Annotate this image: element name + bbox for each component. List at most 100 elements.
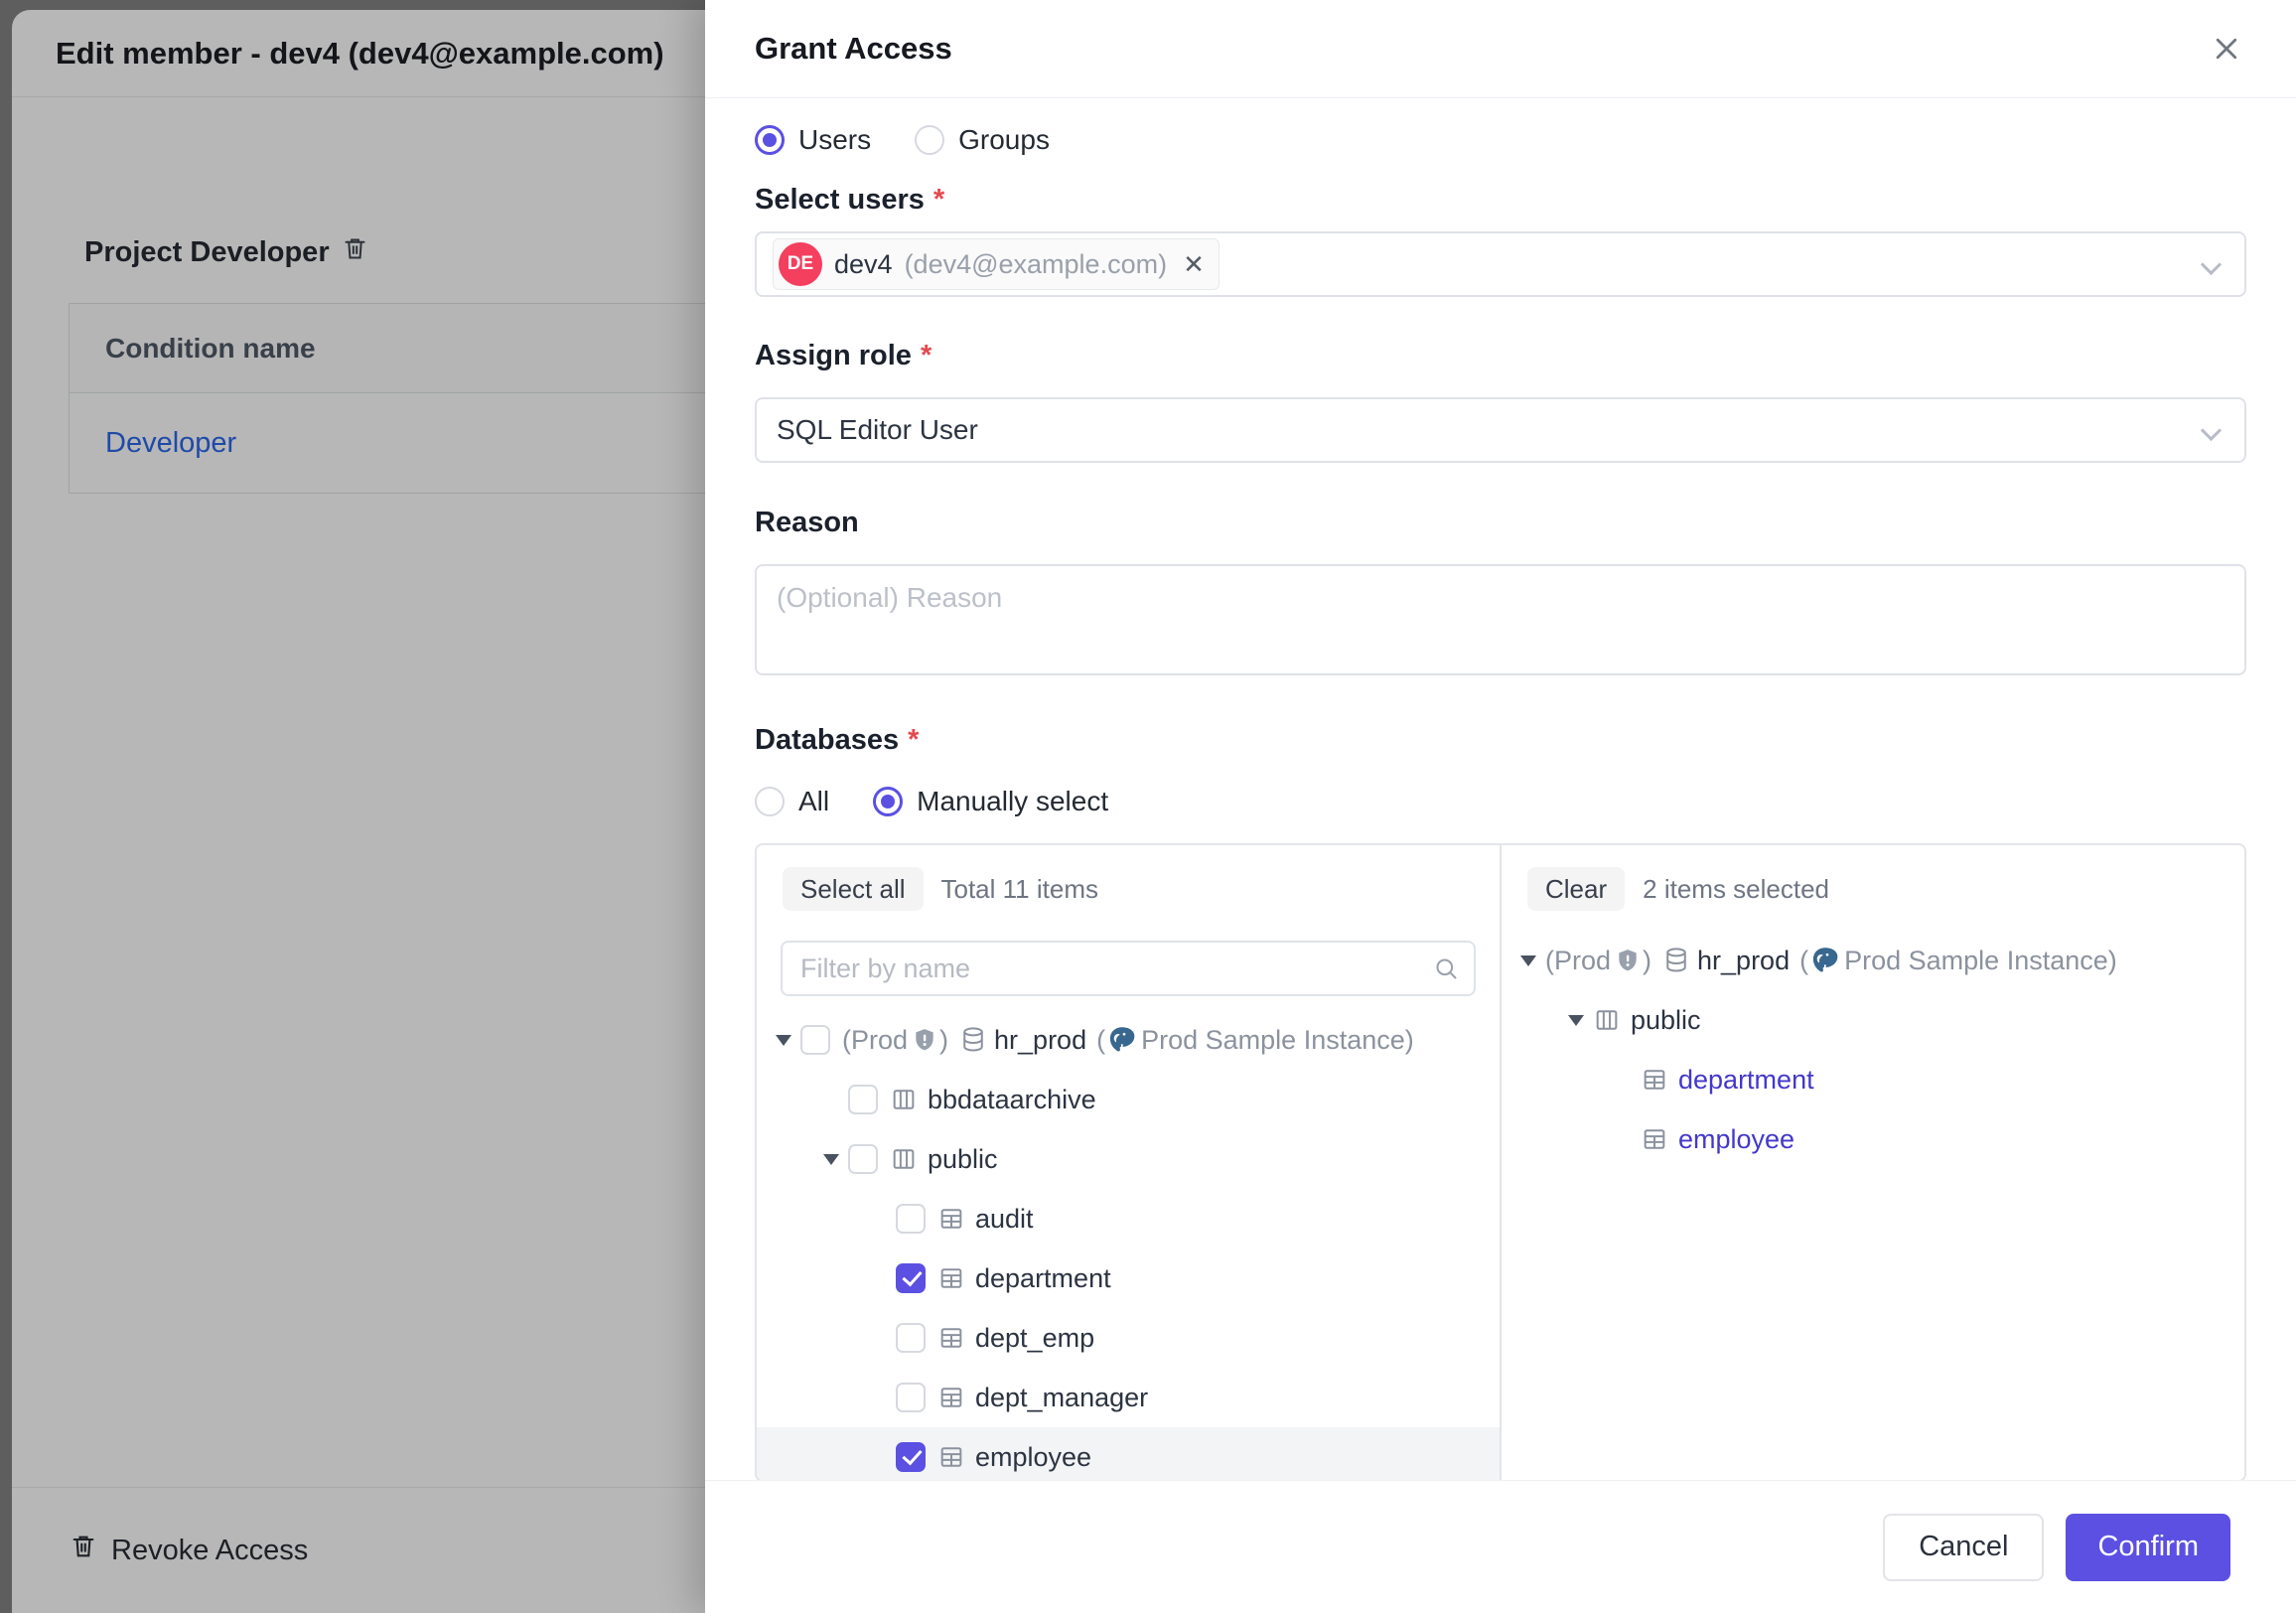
- tree-row-public[interactable]: public: [1502, 990, 2244, 1050]
- checkbox-audit[interactable]: [896, 1204, 926, 1234]
- app-background: Edit member - dev4 (dev4@example.com) Pr…: [0, 0, 2296, 1613]
- tree-row-public[interactable]: public: [757, 1129, 1500, 1189]
- confirm-button[interactable]: Confirm: [2066, 1514, 2230, 1581]
- table-icon: [937, 1384, 965, 1411]
- database-name: hr_prod: [1697, 946, 1790, 976]
- remove-user-icon[interactable]: ✕: [1183, 249, 1205, 280]
- table-name: employee: [975, 1442, 1091, 1473]
- cancel-button[interactable]: Cancel: [1883, 1514, 2044, 1581]
- table-name: dept_emp: [975, 1323, 1094, 1354]
- tree-row-employee[interactable]: employee: [757, 1427, 1500, 1480]
- tree-row-dept_emp[interactable]: dept_emp: [757, 1308, 1500, 1368]
- radio-all-label[interactable]: All: [798, 786, 829, 817]
- assign-role-value: SQL Editor User: [777, 414, 978, 446]
- radio-manually-select-control[interactable]: [873, 787, 903, 816]
- modal-header: Grant Access: [705, 0, 2296, 98]
- table-name: department: [975, 1263, 1111, 1294]
- scope-radio-group: Users Groups: [755, 122, 2246, 158]
- tree-row-employee[interactable]: employee: [1502, 1109, 2244, 1169]
- tree-row-dept_manager[interactable]: dept_manager: [757, 1368, 1500, 1427]
- total-items-label: Total 11 items: [941, 874, 1098, 905]
- table-icon: [937, 1443, 965, 1471]
- user-chip: DE dev4 (dev4@example.com) ✕: [773, 238, 1220, 290]
- checkbox-department[interactable]: [896, 1263, 926, 1293]
- chevron-down-icon[interactable]: [2201, 254, 2222, 275]
- search-icon: [1433, 955, 1460, 987]
- database-name: hr_prod: [994, 1025, 1086, 1056]
- postgres-icon: [1107, 1025, 1137, 1055]
- radio-users-label[interactable]: Users: [798, 124, 871, 156]
- tree-row-audit[interactable]: audit: [757, 1189, 1500, 1248]
- table-icon: [937, 1264, 965, 1292]
- modal-body: Users Groups Select users* DE dev4 (dev4…: [705, 98, 2296, 1480]
- user-chip-name: dev4: [834, 249, 893, 280]
- table-name: audit: [975, 1204, 1034, 1235]
- table-icon: [1641, 1125, 1668, 1153]
- radio-users[interactable]: Users: [755, 124, 871, 156]
- source-tree: (Prod)hr_prod(Prod Sample Instance) bbdat…: [757, 1010, 1500, 1480]
- checkbox-bbdataarchive[interactable]: [848, 1085, 878, 1114]
- checkbox-hr_prod[interactable]: [800, 1025, 830, 1055]
- caret-down-icon[interactable]: [814, 1154, 848, 1165]
- schema-icon: [890, 1086, 918, 1113]
- avatar: DE: [779, 242, 822, 286]
- databases-mode-radio-group: All Manually select: [755, 782, 2246, 821]
- caret-down-icon[interactable]: [1559, 1015, 1593, 1026]
- user-chip-email: (dev4@example.com): [905, 249, 1168, 280]
- checkbox-public[interactable]: [848, 1144, 878, 1174]
- close-icon[interactable]: [2207, 29, 2246, 69]
- schema-name: bbdataarchive: [928, 1085, 1096, 1115]
- assign-role-select[interactable]: SQL Editor User: [755, 397, 2246, 463]
- table-icon: [1641, 1066, 1668, 1094]
- radio-groups-control[interactable]: [915, 125, 944, 155]
- database-transfer: Select all Total 11 items (Prod)hr_prod(…: [755, 843, 2246, 1480]
- table-icon: [937, 1205, 965, 1233]
- tree-row-bbdataarchive[interactable]: bbdataarchive: [757, 1070, 1500, 1129]
- select-users-label: Select users*: [755, 182, 2246, 218]
- databases-label: Databases*: [755, 722, 2246, 758]
- radio-groups-label[interactable]: Groups: [958, 124, 1050, 156]
- radio-users-control[interactable]: [755, 125, 785, 155]
- selected-count-label: 2 items selected: [1643, 874, 1829, 905]
- radio-manually-select[interactable]: Manually select: [873, 786, 1108, 817]
- radio-manually-select-label[interactable]: Manually select: [917, 786, 1108, 817]
- checkbox-employee[interactable]: [896, 1442, 926, 1472]
- filter-field: [781, 941, 1476, 996]
- tree-row-department[interactable]: department: [757, 1248, 1500, 1308]
- clear-button[interactable]: Clear: [1527, 867, 1625, 911]
- tree-row-hr_prod[interactable]: (Prod)hr_prod(Prod Sample Instance): [1502, 931, 2244, 990]
- checkbox-dept_manager[interactable]: [896, 1383, 926, 1412]
- radio-all-control[interactable]: [755, 787, 785, 816]
- schema-name: public: [928, 1144, 998, 1175]
- caret-down-icon[interactable]: [1511, 955, 1545, 966]
- table-name: dept_manager: [975, 1383, 1148, 1413]
- table-icon: [937, 1324, 965, 1352]
- tree-row-hr_prod[interactable]: (Prod)hr_prod(Prod Sample Instance): [757, 1010, 1500, 1070]
- prod-shield-icon: [912, 1027, 937, 1053]
- grant-access-modal: Grant Access Users Groups Select user: [705, 0, 2296, 1613]
- select-users-input[interactable]: DE dev4 (dev4@example.com) ✕: [755, 231, 2246, 297]
- modal-title: Grant Access: [755, 31, 952, 67]
- caret-down-icon[interactable]: [767, 1035, 800, 1046]
- modal-footer: Cancel Confirm: [705, 1480, 2296, 1613]
- target-tree: (Prod)hr_prod(Prod Sample Instance) publi…: [1502, 931, 2244, 1480]
- filter-input[interactable]: [781, 941, 1476, 996]
- source-panel: Select all Total 11 items (Prod)hr_prod(…: [757, 845, 1500, 1480]
- reason-textarea[interactable]: [755, 564, 2246, 675]
- schema-icon: [890, 1145, 918, 1173]
- target-panel: Clear 2 items selected (Prod)hr_prod(Pro…: [1500, 845, 2244, 1480]
- schema-name: public: [1631, 1005, 1701, 1036]
- chevron-down-icon[interactable]: [2201, 420, 2222, 441]
- table-name[interactable]: department: [1678, 1065, 1814, 1096]
- postgres-icon: [1810, 946, 1840, 975]
- tree-row-department[interactable]: department: [1502, 1050, 2244, 1109]
- database-icon: [958, 1025, 988, 1055]
- radio-all[interactable]: All: [755, 786, 829, 817]
- radio-groups[interactable]: Groups: [915, 124, 1050, 156]
- checkbox-dept_emp[interactable]: [896, 1323, 926, 1353]
- select-all-button[interactable]: Select all: [783, 867, 924, 911]
- table-name[interactable]: employee: [1678, 1124, 1794, 1155]
- schema-icon: [1593, 1006, 1621, 1034]
- database-icon: [1661, 946, 1691, 975]
- reason-label: Reason: [755, 505, 2246, 540]
